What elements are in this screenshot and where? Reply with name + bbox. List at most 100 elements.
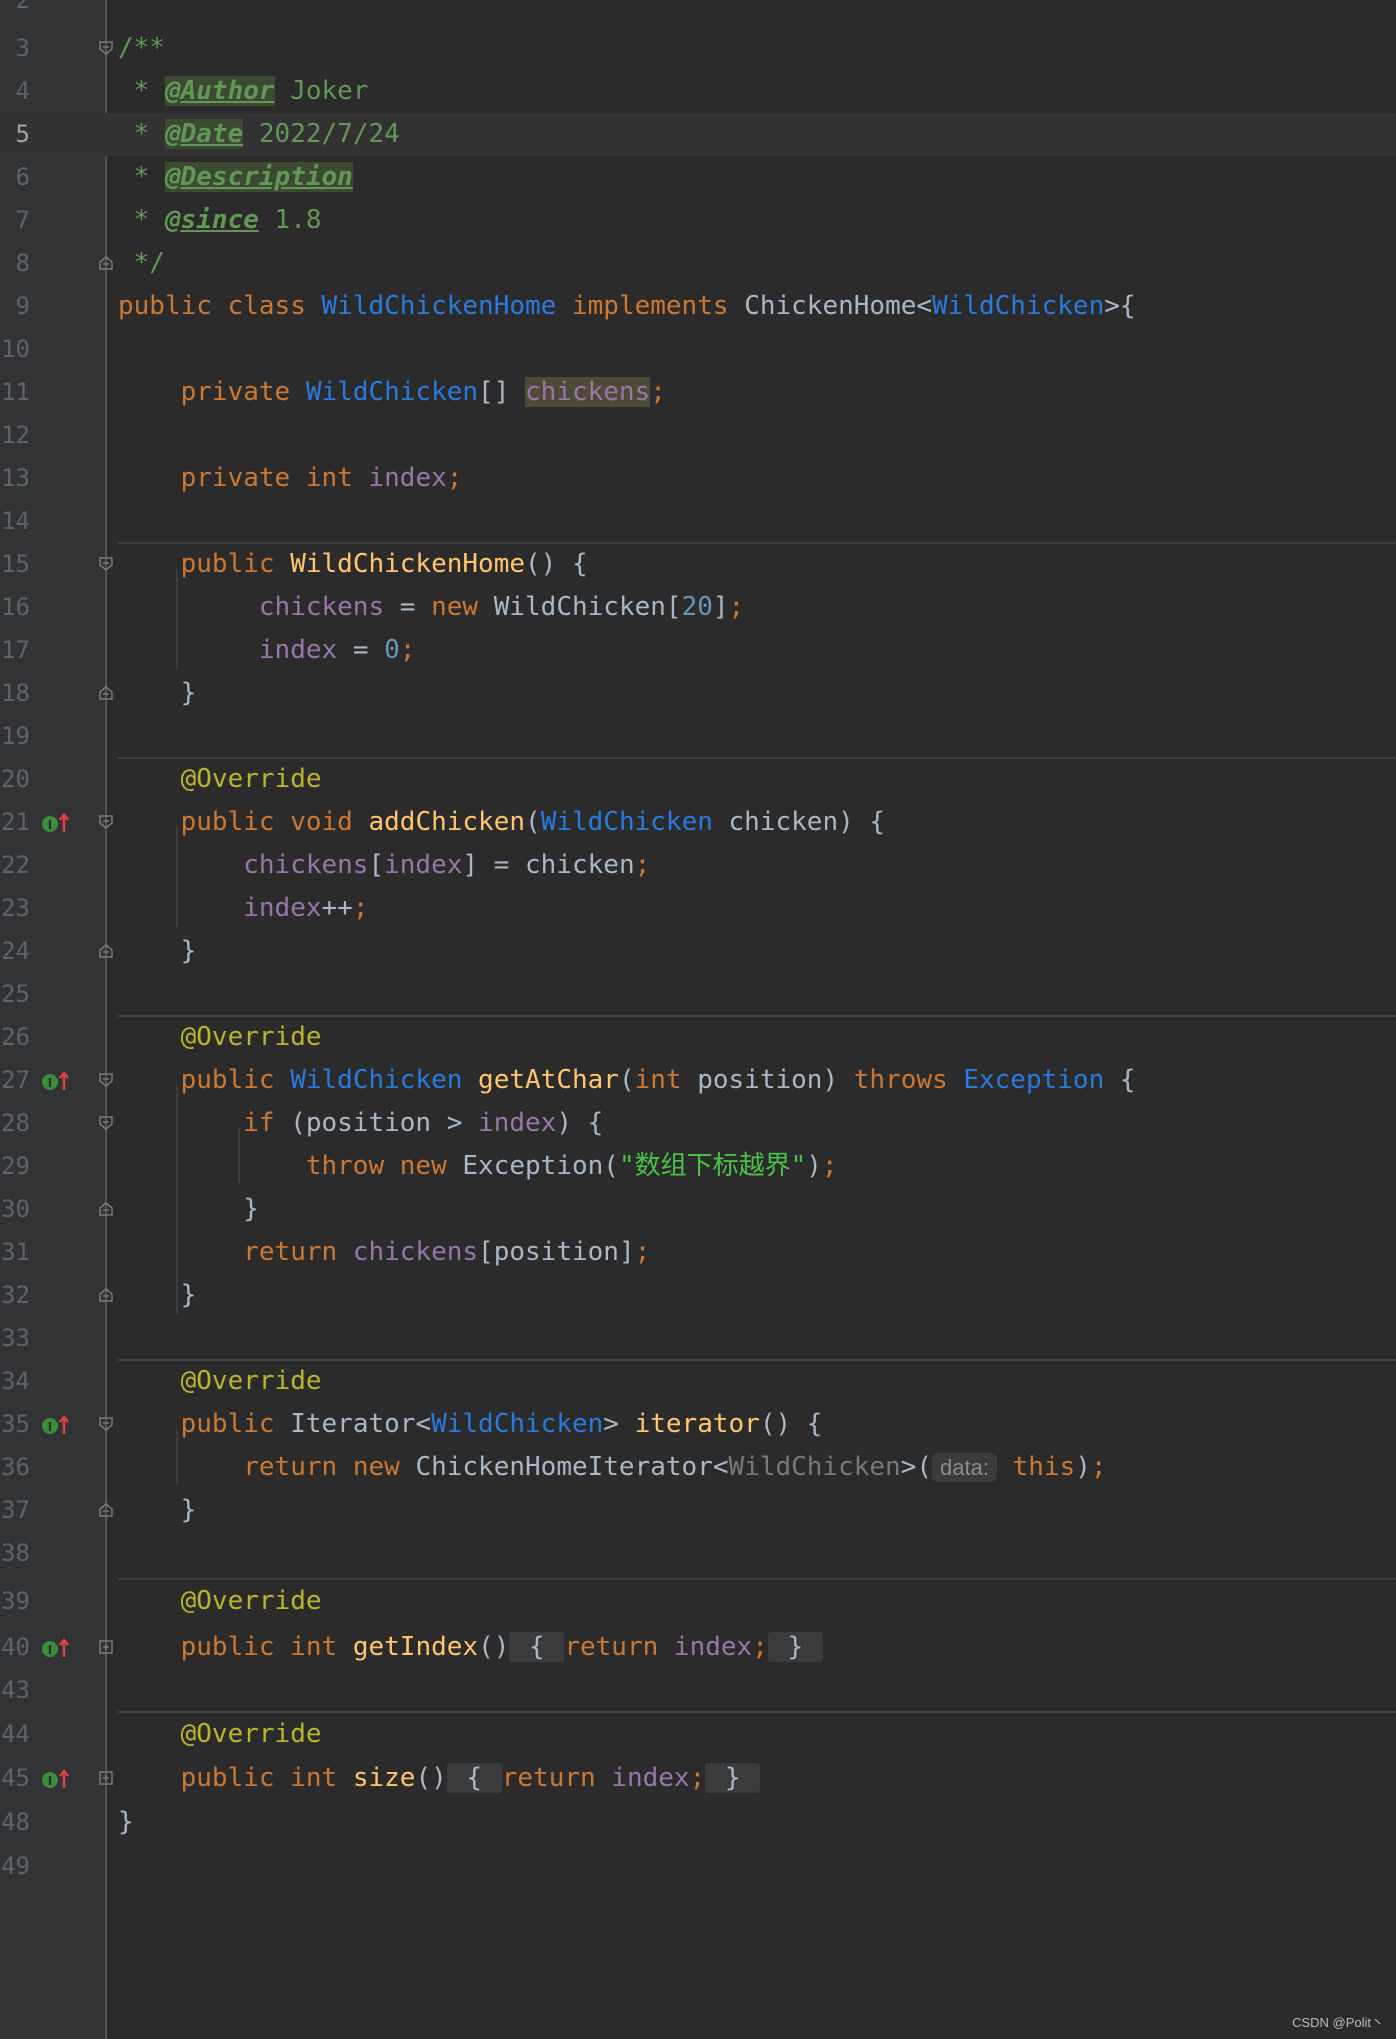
line-number: 28 bbox=[1, 1109, 30, 1137]
code-line-7[interactable]: 7 * @since 1.8 bbox=[0, 199, 1396, 242]
fold-icon[interactable] bbox=[98, 556, 114, 572]
code-line-28[interactable]: 28 if (position > index) { bbox=[0, 1102, 1396, 1145]
line-number: 2 bbox=[15, 0, 30, 14]
code-text: * @Author Joker bbox=[118, 76, 369, 106]
code-line-20[interactable]: 20 @Override bbox=[0, 758, 1396, 801]
code-line-44[interactable]: 44 @Override bbox=[0, 1713, 1396, 1756]
code-text: throw new Exception("数组下标越界"); bbox=[305, 1151, 838, 1181]
line-number: 38 bbox=[1, 1539, 30, 1567]
code-line-2[interactable]: 2 bbox=[0, 0, 1396, 22]
code-line-15[interactable]: 15 public WildChickenHome() { bbox=[0, 543, 1396, 586]
code-text: public WildChicken getAtChar(int positio… bbox=[180, 1065, 1136, 1095]
line-number: 25 bbox=[1, 980, 30, 1008]
code-line-33[interactable]: 33 bbox=[0, 1317, 1396, 1360]
code-line-11[interactable]: 11 private WildChicken[] chickens; bbox=[0, 371, 1396, 414]
code-text: public int size() { return index; } bbox=[118, 1757, 761, 1800]
code-line-24[interactable]: 24 } bbox=[0, 930, 1396, 973]
implementing-method-icon[interactable]: I bbox=[40, 1069, 70, 1091]
fold-end-icon[interactable] bbox=[98, 255, 114, 271]
line-number: 3 bbox=[15, 34, 30, 62]
fold-end-icon[interactable] bbox=[98, 1287, 114, 1303]
line-number: 15 bbox=[1, 550, 30, 578]
svg-text:I: I bbox=[48, 1774, 52, 1788]
implementing-method-icon[interactable]: I bbox=[40, 1413, 70, 1435]
code-line-40[interactable]: 40 I public int getIndex() { return inde… bbox=[0, 1626, 1396, 1669]
fold-icon[interactable] bbox=[98, 814, 114, 830]
code-line-8[interactable]: 8 */ bbox=[0, 242, 1396, 285]
implementing-method-icon[interactable]: I bbox=[40, 811, 70, 833]
code-line-23[interactable]: 23 index++; bbox=[0, 887, 1396, 930]
fold-icon[interactable] bbox=[98, 1072, 114, 1088]
code-line-30[interactable]: 30 } bbox=[0, 1188, 1396, 1231]
code-line-37[interactable]: 37 } bbox=[0, 1489, 1396, 1532]
fold-icon[interactable] bbox=[98, 40, 114, 56]
svg-text:I: I bbox=[48, 818, 52, 832]
line-number: 20 bbox=[1, 765, 30, 793]
code-line-26[interactable]: 26 @Override bbox=[0, 1016, 1396, 1059]
code-line-39[interactable]: 39 @Override bbox=[0, 1580, 1396, 1623]
code-line-14[interactable]: 14 bbox=[0, 500, 1396, 543]
fold-end-icon[interactable] bbox=[98, 685, 114, 701]
code-line-48[interactable]: 48 } bbox=[0, 1801, 1396, 1844]
code-line-45[interactable]: 45 I public int size() { return index; } bbox=[0, 1757, 1396, 1800]
expand-icon[interactable] bbox=[98, 1639, 114, 1655]
code-line-27[interactable]: 27 I public WildChicken getAtChar(int po… bbox=[0, 1059, 1396, 1102]
svg-text:I: I bbox=[48, 1643, 52, 1657]
code-line-22[interactable]: 22 chickens[index] = chicken; bbox=[0, 844, 1396, 887]
line-number: 22 bbox=[1, 851, 30, 879]
folded-region: } bbox=[767, 1632, 823, 1662]
code-line-9[interactable]: 9 public class WildChickenHome implement… bbox=[0, 285, 1396, 328]
code-line-10[interactable]: 10 bbox=[0, 328, 1396, 371]
code-text: public class WildChickenHome implements … bbox=[118, 291, 1136, 321]
fold-icon[interactable] bbox=[98, 1115, 114, 1131]
code-line-49[interactable]: 49 bbox=[0, 1845, 1396, 1888]
code-line-29[interactable]: 29 throw new Exception("数组下标越界"); bbox=[0, 1145, 1396, 1188]
code-line-19[interactable]: 19 bbox=[0, 715, 1396, 758]
code-editor[interactable]: 2 3 /** 4 * @Author Joker 5 * @Date 2022… bbox=[0, 0, 1396, 2039]
code-line-17[interactable]: 17 index = 0; bbox=[0, 629, 1396, 672]
code-line-6[interactable]: 6 * @Description bbox=[0, 156, 1396, 199]
fold-end-icon[interactable] bbox=[98, 943, 114, 959]
fold-icon[interactable] bbox=[98, 1416, 114, 1432]
code-line-3[interactable]: 3 /** bbox=[0, 27, 1396, 70]
code-line-35[interactable]: 35 I public Iterator<WildChicken> iterat… bbox=[0, 1403, 1396, 1446]
parameter-hint: data: bbox=[932, 1453, 997, 1482]
fold-end-icon[interactable] bbox=[98, 1502, 114, 1518]
code-text: index = 0; bbox=[258, 635, 416, 665]
code-line-21[interactable]: 21 I public void addChicken(WildChicken … bbox=[0, 801, 1396, 844]
line-number: 8 bbox=[15, 249, 30, 277]
line-number: 14 bbox=[1, 507, 30, 535]
code-line-16[interactable]: 16 chickens = new WildChicken[20]; bbox=[0, 586, 1396, 629]
code-line-34[interactable]: 34 @Override bbox=[0, 1360, 1396, 1403]
code-text: } bbox=[118, 678, 197, 708]
fold-end-icon[interactable] bbox=[98, 1201, 114, 1217]
code-line-13[interactable]: 13 private int index; bbox=[0, 457, 1396, 500]
code-line-31[interactable]: 31 return chickens[position]; bbox=[0, 1231, 1396, 1274]
code-text: @Override bbox=[180, 1719, 322, 1749]
code-text: public WildChickenHome() { bbox=[180, 549, 588, 579]
code-line-38[interactable]: 38 bbox=[0, 1532, 1396, 1575]
code-line-25[interactable]: 25 bbox=[0, 973, 1396, 1016]
line-number: 49 bbox=[1, 1852, 30, 1880]
code-line-32[interactable]: 32 } bbox=[0, 1274, 1396, 1317]
code-line-5[interactable]: 5 * @Date 2022/7/24 bbox=[0, 113, 1396, 156]
expand-icon[interactable] bbox=[98, 1770, 114, 1786]
line-number: 48 bbox=[1, 1808, 30, 1836]
implementing-method-icon[interactable]: I bbox=[40, 1767, 70, 1789]
implementing-method-icon[interactable]: I bbox=[40, 1636, 70, 1658]
code-text: } bbox=[118, 1807, 134, 1837]
code-text: /** bbox=[118, 33, 165, 63]
line-number: 17 bbox=[1, 636, 30, 664]
code-line-12[interactable]: 12 bbox=[0, 414, 1396, 457]
code-line-4[interactable]: 4 * @Author Joker bbox=[0, 70, 1396, 113]
line-number: 40 bbox=[1, 1633, 30, 1661]
code-line-36[interactable]: 36 return new ChickenHomeIterator<WildCh… bbox=[0, 1446, 1396, 1489]
code-text: * @Description bbox=[118, 162, 353, 192]
line-number: 5 bbox=[15, 120, 30, 148]
line-number: 34 bbox=[1, 1367, 30, 1395]
code-line-43[interactable]: 43 bbox=[0, 1669, 1396, 1712]
line-number: 4 bbox=[15, 77, 30, 105]
line-number: 33 bbox=[1, 1324, 30, 1352]
code-line-18[interactable]: 18 } bbox=[0, 672, 1396, 715]
code-text: @Override bbox=[180, 1586, 322, 1616]
